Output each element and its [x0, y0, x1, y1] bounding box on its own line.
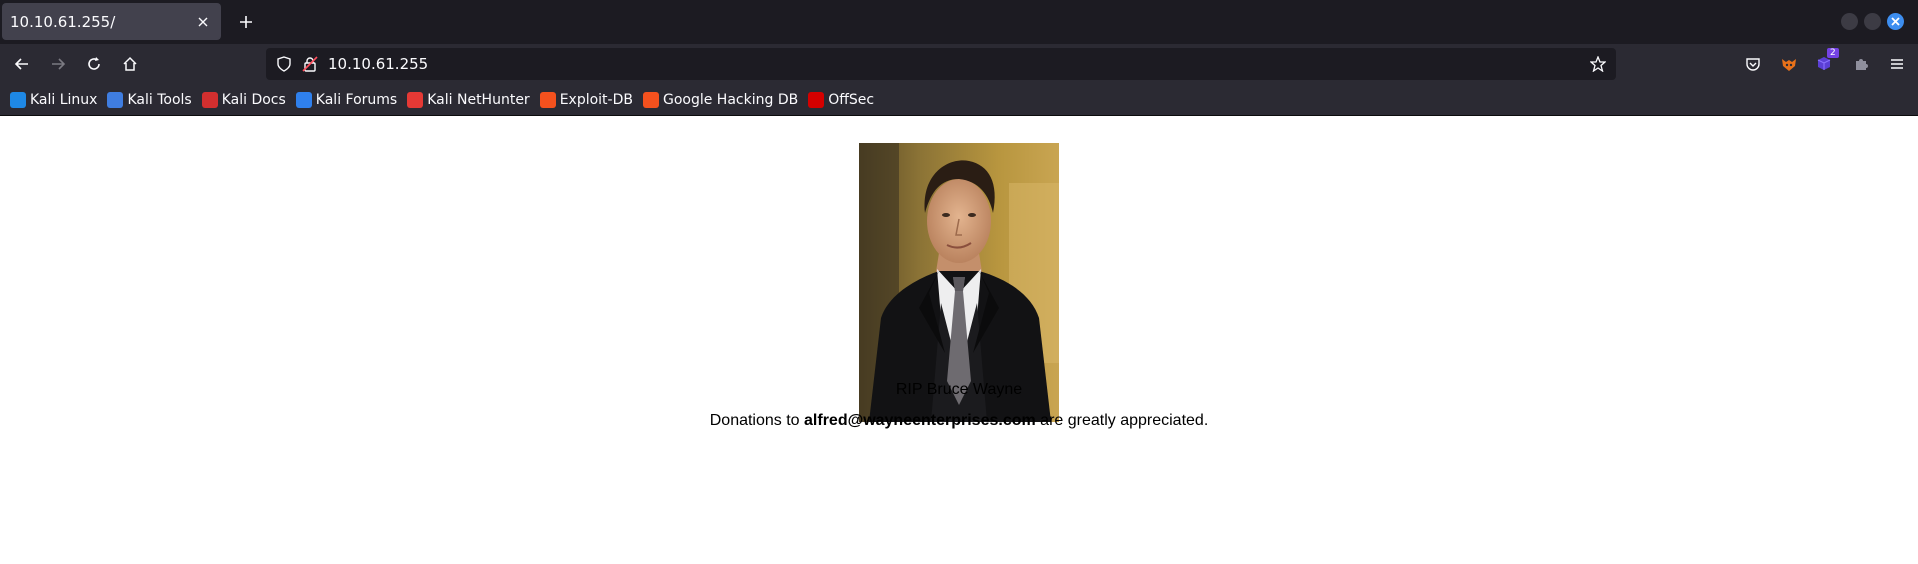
- hamburger-menu-icon: [1891, 59, 1903, 69]
- bookmark-label: Google Hacking DB: [662, 91, 799, 108]
- donation-suffix: are greatly appreciated.: [1035, 412, 1209, 429]
- bookmark-star-icon[interactable]: [1589, 55, 1607, 73]
- kali-linux-icon: [10, 91, 26, 108]
- bookmark-item[interactable]: Kali Docs: [201, 87, 286, 113]
- extension-button[interactable]: 2: [1811, 48, 1839, 78]
- page-content: RIP Bruce Wayne Donations to alfred@wayn…: [0, 116, 1918, 564]
- back-button[interactable]: [8, 50, 36, 78]
- donation-prefix: Donations to: [709, 412, 805, 429]
- offsec-icon: [808, 91, 825, 108]
- pocket-icon: [1746, 58, 1760, 71]
- extension-badge: 2: [1827, 48, 1839, 58]
- arrow-right-icon: [52, 58, 66, 70]
- close-icon: [1891, 17, 1900, 26]
- kali-docs-icon: [201, 91, 218, 108]
- bookmark-label: Kali Forums: [315, 91, 398, 108]
- ghdb-icon: [642, 91, 659, 108]
- bookmark-label: Kali NetHunter: [427, 91, 530, 108]
- bookmarks-toolbar: Kali Linux Kali Tools Kali Docs Kali Forums…: [0, 84, 1918, 116]
- window-close-button[interactable]: [1887, 13, 1904, 30]
- bookmark-label: Exploit-DB: [559, 91, 633, 108]
- home-button[interactable]: [116, 50, 144, 78]
- new-tab-button[interactable]: [232, 8, 260, 36]
- home-icon: [123, 56, 137, 71]
- window-minimize-button[interactable]: [1841, 13, 1858, 30]
- kali-nethunter-icon: [407, 91, 424, 108]
- tab-strip: 10.10.61.255/: [0, 0, 1918, 44]
- bookmark-item[interactable]: Kali Tools: [107, 87, 192, 113]
- bookmark-item[interactable]: Kali Linux: [10, 87, 97, 113]
- window-maximize-button[interactable]: [1864, 13, 1881, 30]
- reload-button[interactable]: [80, 50, 108, 78]
- bookmark-item[interactable]: Kali NetHunter: [407, 87, 530, 113]
- url-bar[interactable]: 10.10.61.255: [266, 48, 1616, 80]
- tab-active[interactable]: 10.10.61.255/: [2, 3, 221, 40]
- bookmark-label: Kali Linux: [30, 91, 98, 108]
- donation-email: alfred@wayneenterprises.com: [804, 412, 1036, 429]
- bookmark-item[interactable]: Exploit-DB: [539, 87, 633, 113]
- memorial-caption: RIP Bruce Wayne: [895, 381, 1023, 398]
- bookmark-label: Kali Docs: [221, 91, 286, 108]
- arrow-left-icon: [14, 58, 28, 70]
- donation-text: Donations to alfred@wayneenterprises.com…: [0, 412, 1918, 430]
- fox-extension-icon: [1782, 59, 1796, 71]
- bookmark-label: Kali Tools: [127, 91, 192, 108]
- bookmark-item[interactable]: OffSec: [808, 87, 874, 113]
- bookmark-item[interactable]: Google Hacking DB: [642, 87, 799, 113]
- reload-icon: [88, 57, 100, 70]
- kali-tools-icon: [107, 91, 124, 108]
- foxyproxy-button[interactable]: [1775, 50, 1803, 78]
- tab-close-icon[interactable]: [191, 10, 215, 34]
- url-text[interactable]: 10.10.61.255: [328, 55, 428, 73]
- bookmark-item[interactable]: Kali Forums: [295, 87, 398, 113]
- kali-forums-icon: [295, 91, 312, 108]
- tab-title: 10.10.61.255/: [10, 12, 116, 31]
- app-menu-button[interactable]: [1883, 50, 1911, 78]
- exploit-db-icon: [539, 91, 556, 108]
- plus-icon: [240, 16, 252, 28]
- forward-button[interactable]: [44, 50, 72, 78]
- insecure-lock-icon[interactable]: [302, 56, 318, 72]
- puzzle-icon: [1856, 59, 1868, 70]
- extension-puzzle-button[interactable]: [1847, 50, 1875, 78]
- bookmark-label: OffSec: [828, 91, 875, 108]
- shield-icon[interactable]: [276, 56, 292, 72]
- navigation-toolbar: 10.10.61.255 2: [0, 44, 1918, 84]
- pocket-button[interactable]: [1739, 50, 1767, 78]
